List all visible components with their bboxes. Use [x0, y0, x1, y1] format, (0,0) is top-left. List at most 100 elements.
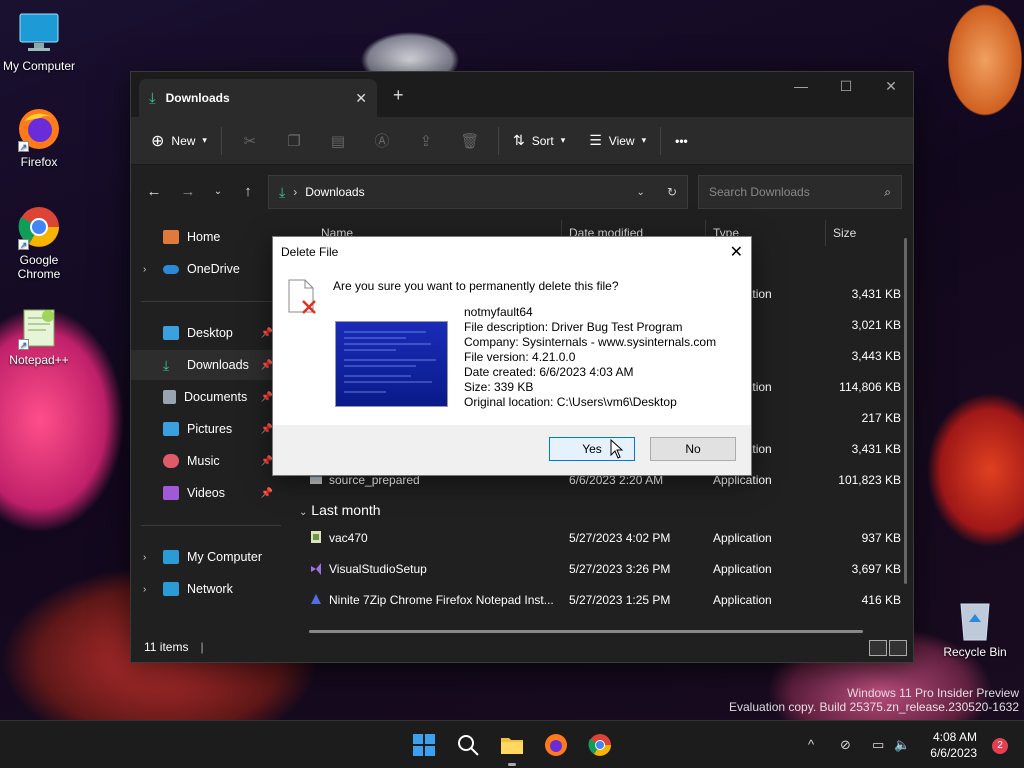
- document-icon: [163, 390, 176, 404]
- cell-type: Application: [713, 593, 772, 607]
- watermark-line: Windows 11 Pro Insider Preview: [847, 686, 1019, 700]
- chevron-down-icon[interactable]: ⌄: [637, 187, 645, 198]
- breadcrumb[interactable]: Downloads: [305, 185, 628, 199]
- expand-chevron-icon[interactable]: ›: [143, 584, 146, 595]
- taskbar-file-explorer[interactable]: [500, 733, 524, 757]
- sidebar-item-network[interactable]: › Network: [131, 574, 281, 604]
- recent-locations-chevron-icon[interactable]: ⌄: [203, 186, 233, 197]
- column-header-size[interactable]: Size: [833, 226, 856, 240]
- maximize-button[interactable]: ☐: [831, 78, 861, 95]
- close-tab-icon[interactable]: ✕: [355, 90, 367, 107]
- view-label: View: [608, 133, 635, 148]
- sidebar-item-pictures[interactable]: Pictures 📌: [131, 414, 281, 444]
- desktop-icon-firefox[interactable]: ↗ Firefox: [1, 106, 77, 169]
- folder-icon: [501, 738, 523, 754]
- sort-icon: ⇅: [512, 132, 525, 148]
- up-arrow-icon[interactable]: ↑: [233, 183, 263, 200]
- windows-logo-icon: [413, 734, 435, 756]
- address-bar[interactable]: ⤓ › Downloads ⌄ ↻: [268, 175, 688, 209]
- refresh-icon[interactable]: ↻: [667, 185, 677, 199]
- tiles-view-icon[interactable]: [889, 640, 907, 656]
- cloud-icon: [163, 264, 179, 274]
- view-button[interactable]: ☰ View ▾: [581, 125, 654, 157]
- delete-file-dialog: Delete File ✕ Are you sure you want to p…: [272, 236, 752, 476]
- sidebar-item-label: My Computer: [187, 550, 263, 564]
- file-date-created: Date created: 6/6/2023 4:03 AM: [464, 365, 634, 379]
- network-disconnected-icon[interactable]: ⊘: [840, 737, 851, 753]
- vertical-scrollbar[interactable]: [904, 238, 907, 584]
- cell-size: 416 KB: [861, 593, 901, 607]
- sidebar-item-my-computer[interactable]: › My Computer: [131, 542, 281, 572]
- volume-icon[interactable]: 🔈: [894, 737, 910, 753]
- taskbar-firefox[interactable]: [544, 733, 568, 757]
- download-icon: ⤓: [163, 356, 170, 373]
- copy-icon[interactable]: ❐: [280, 125, 308, 157]
- dialog-titlebar: Delete File ✕: [273, 237, 751, 267]
- home-icon: [163, 230, 179, 244]
- sidebar-item-onedrive[interactable]: › OneDrive: [131, 254, 281, 284]
- chevron-down-icon: ▾: [560, 135, 566, 145]
- table-row[interactable]: VisualStudioSetup 5/27/2023 3:26 PM Appl…: [301, 554, 901, 584]
- file-description: File description: Driver Bug Test Progra…: [464, 320, 683, 334]
- cell-date: 5/27/2023 1:25 PM: [569, 593, 671, 607]
- desktop-icon-my-computer[interactable]: My Computer: [1, 10, 77, 73]
- sidebar-item-home[interactable]: Home: [131, 222, 281, 252]
- share-icon[interactable]: ⇪: [412, 125, 440, 157]
- file-company: Company: Sysinternals - www.sysinternals…: [464, 335, 717, 349]
- firefox-icon: [545, 734, 567, 756]
- desktop-icon-notepadpp[interactable]: ↗ Notepad++: [1, 304, 77, 367]
- file-name: notmyfault64: [464, 305, 533, 319]
- table-row[interactable]: Ninite 7Zip Chrome Firefox Notepad Inst.…: [301, 585, 901, 615]
- desktop-folder-icon: [163, 326, 179, 340]
- desktop-icon-recycle-bin[interactable]: Recycle Bin: [940, 596, 1010, 659]
- rename-icon[interactable]: Ⓐ: [368, 125, 396, 157]
- expand-chevron-icon[interactable]: ›: [143, 264, 146, 275]
- search-input[interactable]: Search Downloads ⌕: [698, 175, 902, 209]
- sidebar-item-desktop[interactable]: Desktop 📌: [131, 318, 281, 348]
- cell-size: 114,806 KB: [839, 380, 901, 394]
- display-icon[interactable]: ▭: [872, 737, 884, 753]
- more-options-button[interactable]: •••: [667, 125, 696, 157]
- sort-button[interactable]: ⇅ Sort ▾: [505, 125, 573, 157]
- no-button[interactable]: No: [650, 437, 736, 461]
- sidebar-item-label: Network: [187, 582, 233, 596]
- toolbar-divider: [497, 126, 499, 155]
- sidebar-item-videos[interactable]: Videos 📌: [131, 478, 281, 508]
- start-button[interactable]: [412, 733, 436, 757]
- taskbar: ^ ⊘ ▭ 🔈 4:08 AM 6/6/2023 2: [0, 720, 1024, 768]
- sidebar-item-music[interactable]: Music 📌: [131, 446, 281, 476]
- delete-icon[interactable]: 🗑: [456, 125, 484, 157]
- expand-chevron-icon[interactable]: ›: [143, 552, 146, 563]
- forward-arrow-icon[interactable]: →: [173, 183, 203, 200]
- file-thumbnail: [335, 321, 448, 407]
- close-window-button[interactable]: ✕: [876, 78, 906, 95]
- show-hidden-icons-chevron-icon[interactable]: ^: [808, 737, 814, 752]
- taskbar-chrome[interactable]: [588, 733, 612, 757]
- videos-icon: [163, 486, 179, 500]
- pin-icon[interactable]: 📌: [261, 488, 273, 499]
- sidebar-item-downloads[interactable]: ⤓ Downloads 📌: [131, 350, 281, 380]
- breadcrumb-separator-icon: ›: [293, 185, 298, 199]
- file-original-location: Original location: C:\Users\vm6\Desktop: [464, 395, 677, 409]
- details-view-icon[interactable]: [869, 640, 887, 656]
- group-header-last-month[interactable]: ⌄ Last month: [299, 502, 381, 518]
- add-circle-icon: ⊕: [151, 132, 165, 150]
- new-button[interactable]: ⊕ New ▾: [143, 125, 215, 157]
- sidebar-item-documents[interactable]: Documents 📌: [131, 382, 281, 412]
- desktop-icon-chrome[interactable]: ↗ Google Chrome: [1, 204, 77, 281]
- search-button[interactable]: [456, 733, 480, 757]
- cell-size: 3,021 KB: [851, 318, 901, 332]
- sidebar-item-label: Desktop: [187, 326, 233, 340]
- minimize-button[interactable]: —: [786, 78, 816, 94]
- close-icon[interactable]: ✕: [730, 242, 743, 262]
- clock[interactable]: 4:08 AM 6/6/2023: [930, 729, 977, 761]
- back-arrow-icon[interactable]: ←: [139, 183, 169, 200]
- new-tab-button[interactable]: +: [393, 85, 404, 106]
- paste-icon[interactable]: ▤: [324, 125, 352, 157]
- sidebar-item-label: Documents: [184, 390, 248, 404]
- visual-studio-icon: [309, 561, 323, 575]
- table-row[interactable]: vac470 5/27/2023 4:02 PM Application 937…: [301, 523, 901, 553]
- tab-downloads[interactable]: ⤓ Downloads ✕: [139, 79, 377, 117]
- cut-icon[interactable]: ✂: [236, 125, 264, 157]
- notification-badge[interactable]: 2: [992, 738, 1008, 754]
